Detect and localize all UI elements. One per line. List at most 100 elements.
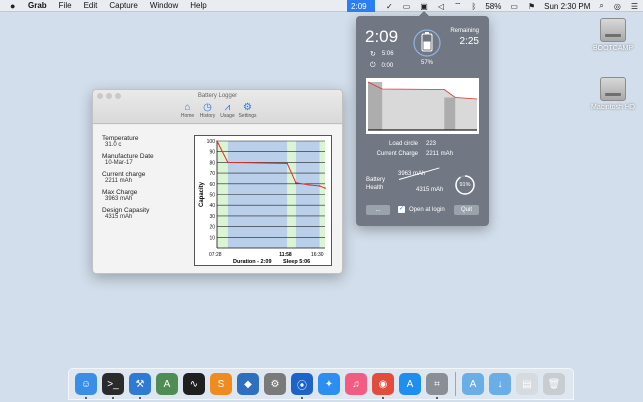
app-store-icon[interactable]: A	[399, 373, 421, 395]
data-point	[308, 184, 310, 186]
wifi-icon[interactable]: ⌔	[454, 1, 462, 11]
downloads-folder-icon[interactable]: ↓	[489, 373, 511, 395]
idle-time: 0:00	[381, 63, 394, 69]
xcode-icon[interactable]: ⚒	[129, 373, 151, 399]
tab-home[interactable]: ⌂ Home	[178, 102, 198, 119]
tab-usage[interactable]: ⩘ Usage	[218, 102, 238, 119]
drive-macintosh-hd[interactable]: Macintosh HD	[583, 77, 643, 111]
stat-value: 4315 mAh	[105, 214, 133, 220]
y-tick-label: 90	[209, 150, 215, 156]
airplay-icon[interactable]: ▭	[403, 2, 411, 11]
dock-glyph: A	[469, 378, 477, 390]
x-mid-label: 11:58	[279, 252, 292, 258]
charge-time-row: ↻ 5:06	[370, 50, 394, 58]
elapsed-time: 2:09	[365, 27, 399, 46]
more-button[interactable]: ...	[366, 205, 390, 215]
menu-grab[interactable]: Grab	[28, 1, 47, 10]
window-body: Temperature 31.0 c Manufacture Date 10-M…	[93, 125, 342, 273]
search-icon[interactable]: ⌕	[599, 1, 603, 11]
stat-design-capacity: Design Capasity 4315 mAh	[102, 207, 192, 220]
activity-monitor-icon[interactable]: ∿	[183, 373, 205, 395]
grab-icon[interactable]: ⌗	[426, 373, 448, 399]
mini-capacity-chart	[366, 78, 479, 134]
stat-label: Current charge	[102, 171, 146, 178]
bluetooth-icon[interactable]: ᛒ	[472, 2, 477, 11]
remaining-label: Remaining	[450, 28, 479, 34]
flag-icon[interactable]: ⚑	[528, 2, 535, 11]
preview-icon[interactable]: ▤	[516, 373, 538, 395]
tab-history[interactable]: ◷ History	[198, 102, 218, 119]
stat-value: 3963 mAh	[105, 196, 133, 202]
current-charge-value: 2211 mAh	[426, 151, 453, 157]
dock: ☺ >_ ⚒ A ∿ S ◆ ⚙ ⦿ ✦ ♫ ◉ A ⌗ A ↓ ▤ 🗑	[68, 368, 574, 400]
safari-icon[interactable]: ✦	[318, 373, 340, 395]
window-toolbar: Battery Logger ⌂ Home ◷ History ⩘ Usage …	[93, 90, 342, 124]
capacity-chart: 10 20 30 40 50 60 70 80 90 100 Capacity 07:28 11:58 1…	[194, 135, 332, 266]
battery-percent-label: 57%	[420, 60, 433, 66]
y-tick-label: 30	[209, 214, 215, 220]
clock[interactable]: Sun 2:30 PM	[544, 2, 590, 11]
health-label-line1: Battery	[366, 177, 386, 183]
menu-edit[interactable]: Edit	[84, 1, 98, 10]
apple-menu-icon[interactable]: ●	[10, 1, 20, 11]
sublime-text-icon[interactable]: S	[210, 373, 232, 395]
home-icon: ⌂	[184, 102, 191, 113]
visual-studio-code-icon[interactable]: ◆	[237, 373, 259, 395]
x-end-label: 16:30	[311, 252, 324, 258]
stat-label: Max Charge	[102, 189, 138, 196]
running-indicator	[85, 397, 87, 399]
menu-window[interactable]: Window	[150, 1, 178, 10]
battery-logger-window: Battery Logger ⌂ Home ◷ History ⩘ Usage …	[92, 89, 343, 274]
data-point	[216, 140, 218, 142]
battery-percent[interactable]: 58%	[485, 2, 501, 11]
trash-icon[interactable]: 🗑	[543, 373, 565, 395]
running-indicator	[112, 397, 114, 399]
volume-icon[interactable]: ◁	[438, 2, 444, 11]
tab-label: History	[199, 113, 216, 119]
y-tick-label: 20	[209, 225, 215, 231]
quit-button[interactable]: Quit	[454, 205, 479, 215]
data-point	[295, 181, 297, 184]
y-tick-label: 60	[209, 182, 215, 188]
music-icon[interactable]: ♫	[345, 373, 367, 395]
status-timer-text: 2:09	[351, 1, 367, 11]
data-point	[324, 187, 326, 189]
charge-time: 5:06	[381, 51, 394, 57]
stat-label: Manufacture Date	[102, 153, 154, 160]
stat-value: 31.0 c	[105, 142, 122, 148]
dock-separator	[455, 372, 456, 396]
y-tick-label: 70	[209, 171, 215, 177]
drive-bootcamp[interactable]: BOOTCAMP	[583, 18, 643, 52]
load-circle-label: Load circle	[388, 141, 418, 147]
mini-capacity-chart-svg	[367, 81, 478, 131]
stat-value: 2211 mAh	[105, 178, 132, 184]
running-indicator	[139, 397, 141, 399]
stat-label: Design Capasity	[102, 207, 150, 214]
android-studio-icon[interactable]: A	[156, 373, 178, 395]
siri-icon[interactable]: ◎	[614, 2, 621, 11]
notification-center-icon[interactable]: ☰	[631, 2, 638, 11]
design-capacity: 4315 mAh	[416, 187, 444, 193]
battery-logger-status-item[interactable]: 2:09	[347, 0, 376, 12]
tab-settings[interactable]: ⚙ Settings	[238, 102, 258, 119]
stat-manufacture-date: Manufacture Date 10-Mar-17	[102, 153, 192, 166]
terminal-icon[interactable]: >_	[102, 373, 124, 399]
menu-file[interactable]: File	[59, 1, 72, 10]
battery-icon[interactable]: ▭	[510, 2, 518, 11]
battery-fill	[423, 41, 431, 50]
stat-max-charge: Max Charge 3963 mAh	[102, 189, 192, 202]
system-preferences-icon[interactable]: ⚙	[264, 373, 286, 395]
open-at-login-checkbox[interactable]: ✓ Open at login	[398, 206, 445, 213]
charging-band	[368, 82, 383, 130]
menu-capture[interactable]: Capture	[109, 1, 137, 10]
battery-logger-icon[interactable]: ⦿	[291, 373, 313, 399]
finder-icon[interactable]: ☺	[75, 373, 97, 399]
applications-folder-icon[interactable]: A	[462, 373, 484, 395]
check-icon[interactable]: ✓	[386, 2, 393, 11]
display-icon[interactable]: ▣	[420, 2, 428, 11]
charging-band	[444, 97, 456, 130]
menu-help[interactable]: Help	[190, 1, 206, 10]
current-charge-label: Current Charge	[376, 151, 418, 157]
toolbar-tabs: ⌂ Home ◷ History ⩘ Usage ⚙ Settings	[93, 102, 342, 119]
chrome-icon[interactable]: ◉	[372, 373, 394, 399]
